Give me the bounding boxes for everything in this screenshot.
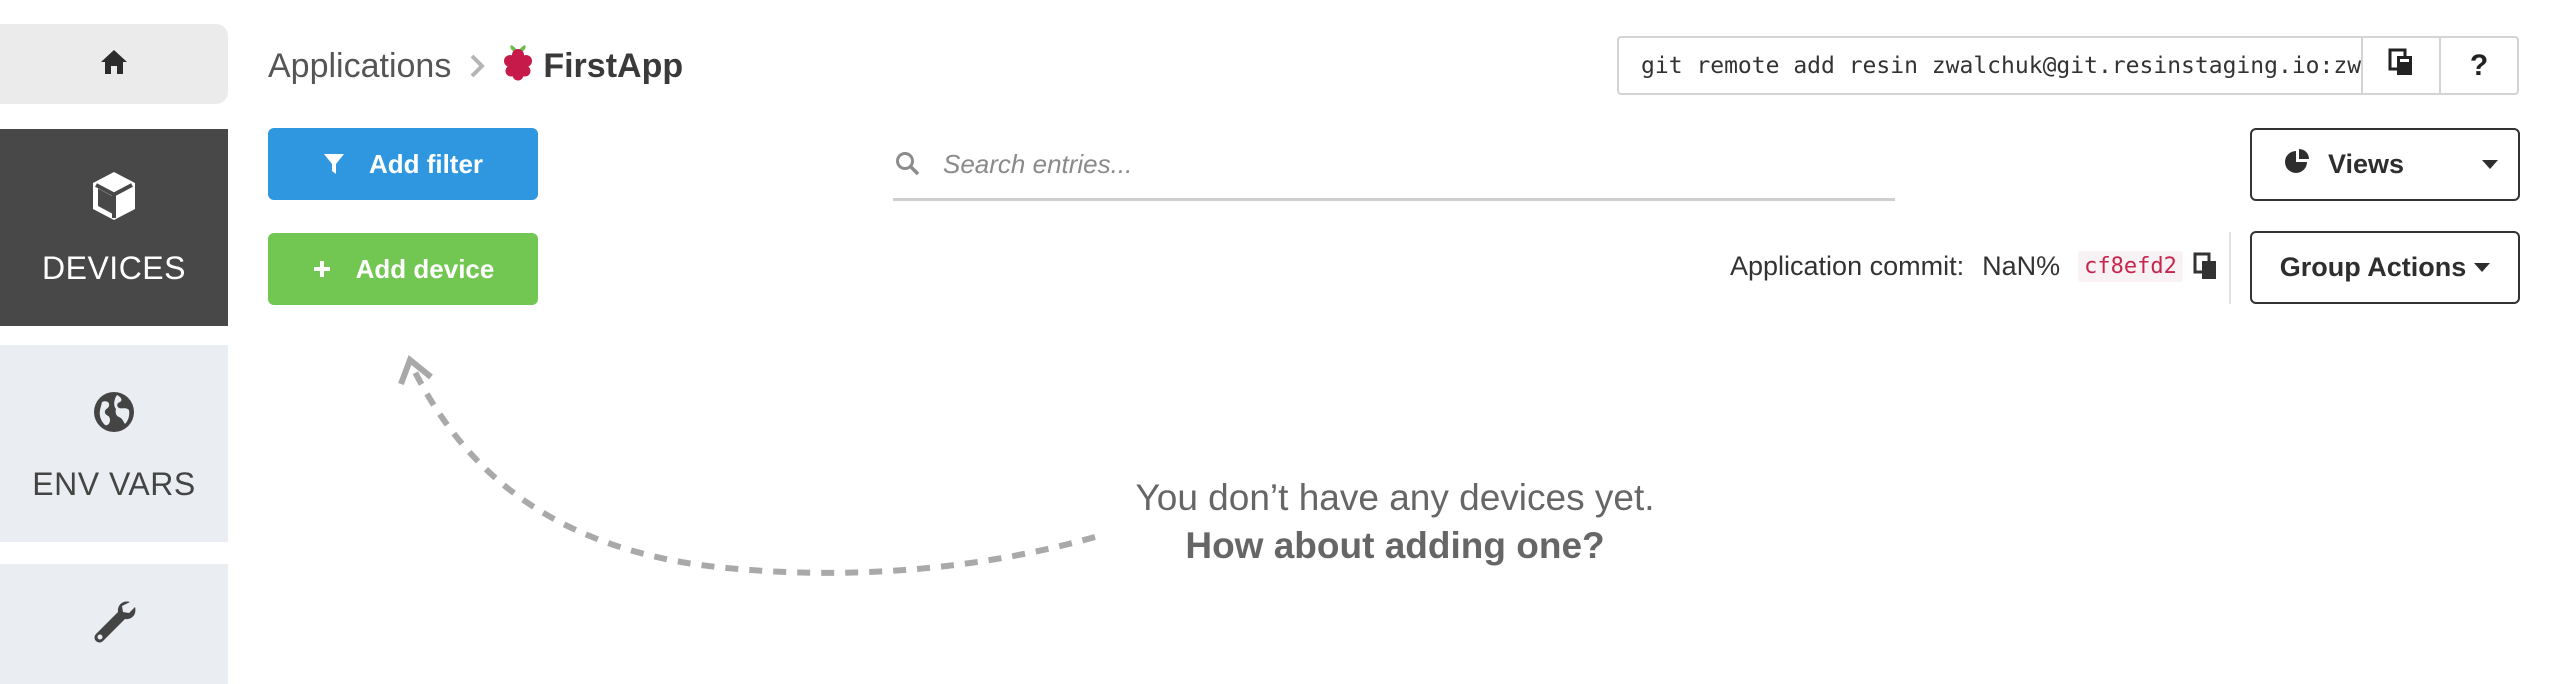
empty-state-message: You don’t have any devices yet. <box>1135 477 1655 518</box>
empty-state-prompt: How about adding one? <box>1185 525 1605 566</box>
empty-state: You don’t have any devices yet. How abou… <box>1090 474 1700 570</box>
